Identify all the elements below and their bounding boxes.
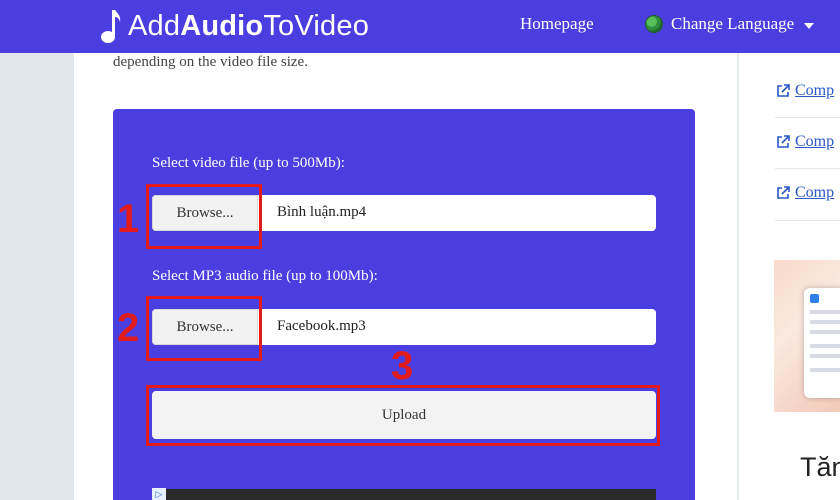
top-header: AddAudioToVideo Homepage Change Language	[0, 0, 840, 53]
intro-text: depending on the video file size.	[113, 54, 308, 70]
sidebar-separator	[775, 220, 840, 221]
annotation-box-1	[146, 184, 262, 249]
video-file-name: Bình luận.mp4	[277, 204, 367, 220]
change-language-label: Change Language	[671, 14, 795, 33]
article-thumbnail[interactable]	[774, 260, 840, 412]
music-note-icon	[101, 10, 121, 43]
sidebar-link-3[interactable]: Comp	[776, 184, 834, 202]
external-link-icon	[777, 84, 790, 97]
site-logo[interactable]: AddAudioToVideo	[100, 6, 369, 46]
audio-file-name: Facebook.mp3	[277, 318, 366, 334]
sidebar-separator	[775, 117, 840, 118]
annotation-number-3: 3	[391, 344, 414, 388]
logo-text: AddAudioToVideo	[128, 9, 370, 42]
external-link-icon	[777, 186, 790, 199]
audio-file-label: Select MP3 audio file (up to 100Mb):	[152, 268, 378, 284]
left-gutter	[0, 53, 74, 500]
chevron-down-icon	[804, 22, 815, 29]
sidebar-separator	[775, 168, 840, 169]
annotation-box-2	[146, 296, 262, 361]
ad-banner[interactable]	[152, 489, 656, 500]
video-file-label: Select video file (up to 500Mb):	[152, 155, 345, 171]
annotation-number-2: 2	[117, 306, 140, 350]
annotation-number-1: 1	[117, 197, 140, 241]
change-language-menu[interactable]: Change Language	[645, 14, 815, 34]
annotation-box-3	[146, 385, 660, 446]
external-link-icon	[777, 135, 790, 148]
sidebar-article-title[interactable]: Tăn	[800, 452, 840, 483]
nav-homepage-link[interactable]: Homepage	[520, 14, 594, 34]
sidebar-link-2[interactable]: Comp	[776, 133, 834, 151]
ad-choices-icon[interactable]: ▷	[152, 488, 166, 500]
sidebar-link-1[interactable]: Comp	[776, 82, 834, 100]
phone-screenshot-image	[804, 288, 840, 398]
globe-icon	[645, 15, 663, 33]
